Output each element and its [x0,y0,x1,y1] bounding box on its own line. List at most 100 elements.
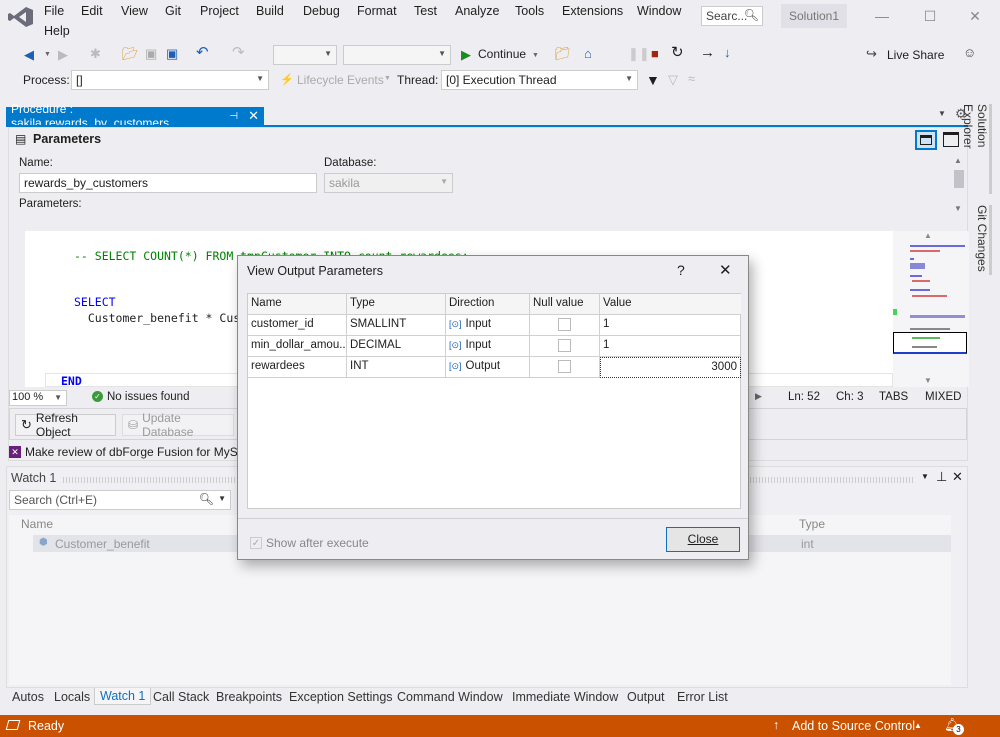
param-name-cell[interactable]: customer_id [248,315,347,336]
dialog-close-button[interactable]: Close [666,527,740,552]
scroll-thumb[interactable] [954,170,964,188]
stop-icon[interactable]: ■ [651,47,659,61]
line-ending-mode[interactable]: MIXED [925,391,961,403]
param-direction-cell[interactable]: [⊙] Input [446,336,530,357]
platform-dropdown[interactable]: ▼ [343,45,451,65]
step-into-icon[interactable]: ↓ [724,46,731,60]
param-direction-cell[interactable]: [⊙] Input [446,315,530,336]
bottom-tab-command-window[interactable]: Command Window [397,690,503,704]
column-header-value[interactable]: Value [600,294,741,315]
menu-edit[interactable]: Edit [81,4,103,18]
home-window-icon[interactable]: ⌂ [584,47,592,61]
continue-button[interactable]: Continue [478,47,526,61]
menu-git[interactable]: Git [165,4,181,18]
forward-icon[interactable]: ▶ [58,48,68,62]
dialog-close-icon[interactable]: ✕ [719,261,732,279]
param-type-cell[interactable]: SMALLINT [347,315,446,336]
pause-icon[interactable]: ❚❚ [628,47,650,61]
add-to-source-control-button[interactable]: Add to Source Control [792,719,915,733]
menu-debug[interactable]: Debug [303,4,340,18]
undo-icon[interactable]: ↶ [196,45,209,60]
lifecycle-events-button[interactable]: Lifecycle Events [297,73,384,87]
scroll-up-icon[interactable]: ▲ [954,156,962,165]
tab-list-dropdown-icon[interactable]: ▼ [938,109,946,118]
tab-procedure-document[interactable]: Procedure : sakila.rewards_by_customers … [6,102,264,130]
show-after-execute-option[interactable]: ✓ Show after execute [250,536,369,550]
menu-test[interactable]: Test [414,4,437,18]
global-search-input[interactable]: Searc... 🔍︎ [701,6,763,26]
param-value-input-active[interactable]: 3000 [600,357,741,378]
menu-build[interactable]: Build [256,4,284,18]
bottom-tab-watch-1[interactable]: Watch 1 [94,688,152,705]
update-database-button[interactable]: ⛁ Update Database [122,411,234,439]
bottom-tab-output[interactable]: Output [627,690,665,704]
bottom-tab-breakpoints[interactable]: Breakpoints [216,690,282,704]
close-tab-icon[interactable]: ✕ [248,108,259,124]
param-direction-cell[interactable]: [⊙] Output [446,357,530,378]
param-value-cell[interactable]: 1 [600,315,741,336]
review-link[interactable]: Make review of dbForge Fusion for MySQL [25,445,254,459]
null-value-checkbox[interactable] [558,339,571,352]
menu-help[interactable]: Help [44,24,70,38]
menu-format[interactable]: Format [357,4,397,18]
menu-window[interactable]: Window [637,4,681,18]
watch-pin-icon[interactable]: ⊥ [936,469,947,485]
bottom-tab-call-stack[interactable]: Call Stack [153,690,209,704]
bottom-tab-autos[interactable]: Autos [12,690,44,704]
minimize-button[interactable]: — [868,5,896,27]
source-control-caret-icon[interactable]: ▲ [914,721,922,730]
restart-icon[interactable]: ↻ [671,45,684,60]
continue-dropdown-icon[interactable]: ▼ [532,49,539,63]
zoom-dropdown[interactable]: 100 % ▼ [9,390,67,406]
minimap-up-icon[interactable]: ▲ [924,231,932,240]
bottom-tab-locals[interactable]: Locals [54,690,90,704]
show-after-execute-checkbox[interactable]: ✓ [250,537,262,549]
filter-icon[interactable]: ▼ [646,73,660,87]
column-header-name[interactable]: Name [248,294,347,315]
play-icon[interactable]: ▶ [461,48,471,62]
lifecycle-dropdown-icon[interactable]: ▼ [384,75,391,82]
new-project-icon[interactable]: ✱ [90,47,101,61]
save-all-icon[interactable]: ▣ [166,47,178,61]
menu-tools[interactable]: Tools [515,4,544,18]
close-window-button[interactable]: ✕ [961,5,989,27]
procedure-name-input[interactable]: rewards_by_customers [19,173,317,193]
side-tab-solution-explorer[interactable]: Solution Explorer [961,104,992,194]
database-dropdown[interactable]: sakila ▼ [324,173,453,193]
param-type-cell[interactable]: DECIMAL [347,336,446,357]
param-name-cell[interactable]: rewardees [248,357,347,378]
column-header-null-value[interactable]: Null value [530,294,600,315]
single-layout-button[interactable] [943,132,959,147]
null-value-checkbox[interactable] [558,318,571,331]
pin-icon[interactable]: ⊣ [229,111,238,122]
open-folder-icon[interactable]: 📂︎ [122,47,139,61]
indent-mode[interactable]: TABS [879,391,908,403]
live-share-icon[interactable]: ↪ [866,47,877,61]
redo-icon[interactable]: ↷ [232,45,245,60]
bottom-tab-error-list[interactable]: Error List [677,690,728,704]
split-layout-button[interactable] [915,130,937,150]
live-share-button[interactable]: Live Share [887,48,944,62]
back-dropdown-icon[interactable]: ▼ [44,48,51,62]
param-value-cell[interactable]: 1 [600,336,741,357]
flag-threads-icon[interactable]: ≈ [688,72,695,86]
column-header-type[interactable]: Type [347,294,446,315]
feedback-icon[interactable]: ☺ [963,46,976,60]
scroll-down-icon[interactable]: ▼ [954,204,962,213]
side-tab-git-changes[interactable]: Git Changes [972,205,992,275]
menu-project[interactable]: Project [200,4,239,18]
menu-analyze[interactable]: Analyze [455,4,499,18]
back-icon[interactable]: ◀ [24,48,34,62]
save-icon[interactable]: ▣ [145,47,157,61]
scroll-right-icon[interactable]: ▶ [755,391,762,402]
watch-search-input[interactable]: Search (Ctrl+E) 🔍︎ ▼ [9,490,231,510]
parameters-scrollbar[interactable]: ▲ ▼ [951,156,967,216]
thread-dropdown[interactable]: [0] Execution Thread ▼ [441,70,638,90]
filter-clear-icon[interactable]: ▽ [668,73,678,87]
review-banner[interactable]: ✕ Make review of dbForge Fusion for MySQ… [9,444,254,460]
show-next-statement-icon[interactable]: → [700,45,715,60]
configuration-dropdown[interactable]: ▼ [273,45,337,65]
param-type-cell[interactable]: INT [347,357,446,378]
process-dropdown[interactable]: [] ▼ [71,70,269,90]
issues-status[interactable]: No issues found [107,391,189,403]
